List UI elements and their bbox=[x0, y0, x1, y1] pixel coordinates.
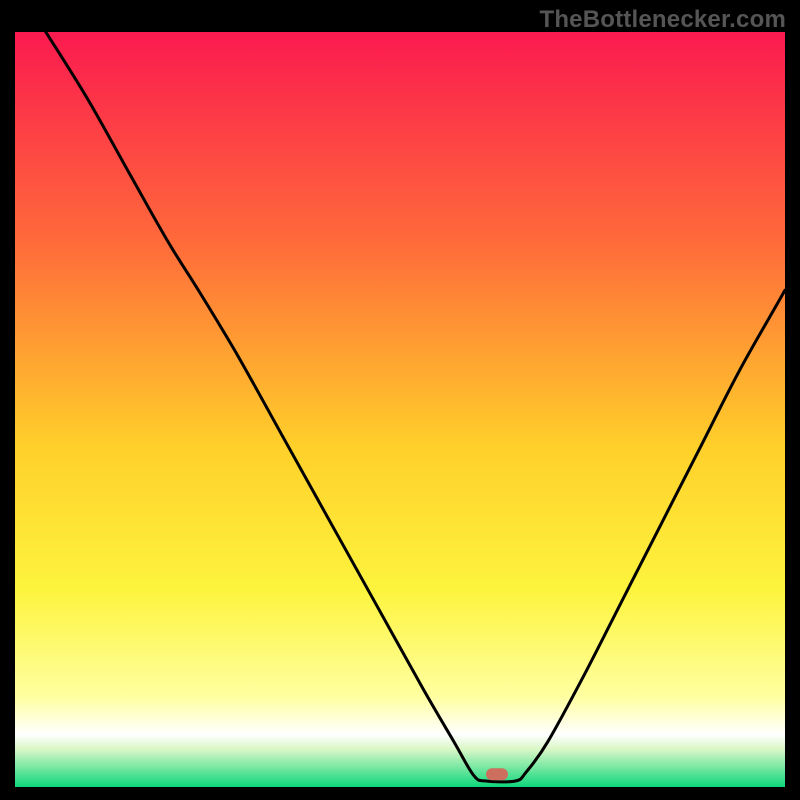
optimal-marker bbox=[486, 768, 508, 780]
bottleneck-chart bbox=[0, 0, 800, 800]
plot-background bbox=[15, 32, 785, 787]
watermark-text: TheBottlenecker.com bbox=[539, 6, 786, 34]
chart-frame: TheBottlenecker.com bbox=[0, 0, 800, 800]
